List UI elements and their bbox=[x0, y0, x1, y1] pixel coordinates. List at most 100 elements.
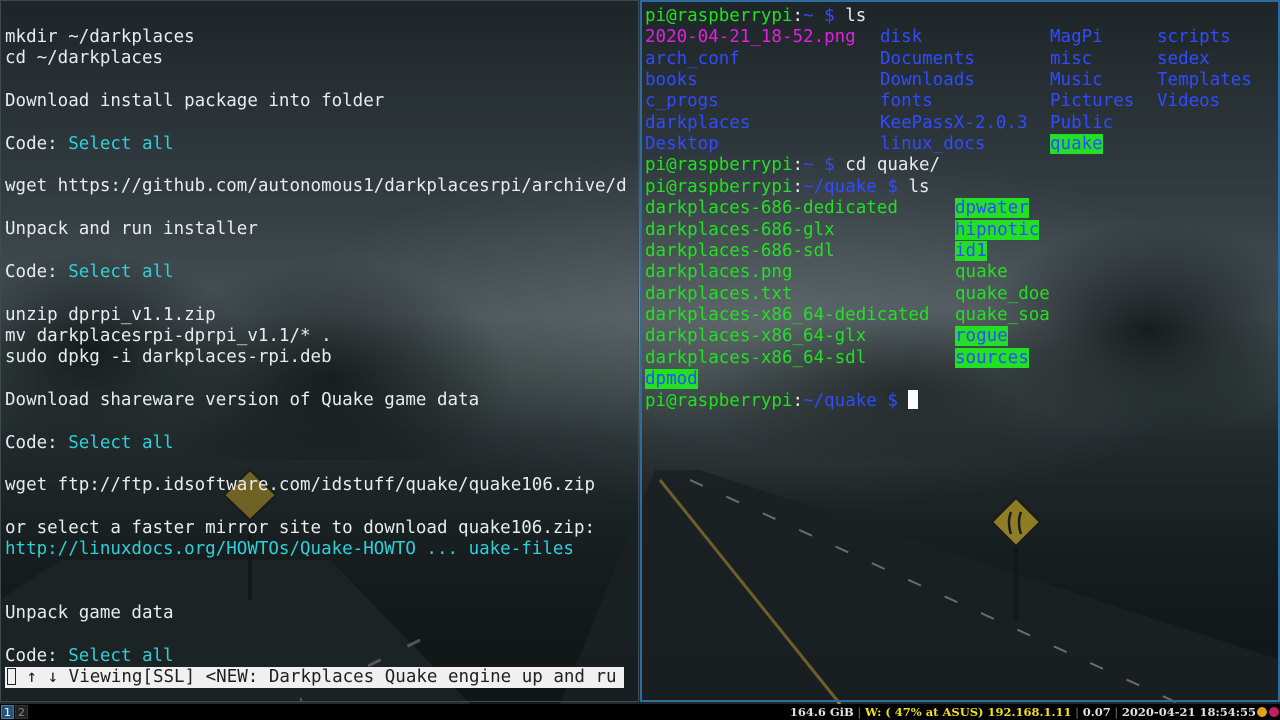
directory-name[interactable]: MagPi bbox=[1050, 27, 1103, 47]
directory-name[interactable]: darkplaces bbox=[645, 113, 750, 133]
directory-name[interactable]: Pictures bbox=[1050, 91, 1134, 111]
directory-name[interactable]: rogue bbox=[955, 326, 1008, 346]
disk-free: 164.6 GiB bbox=[789, 705, 854, 719]
select-all-link[interactable]: Select all bbox=[68, 646, 173, 666]
browser-status-line: ↑ ↓ Viewing[SSL] <NEW: Darkplaces Quake … bbox=[5, 667, 624, 688]
prompt-separator: : bbox=[792, 6, 804, 26]
file-entry: quake bbox=[1050, 134, 1103, 155]
directory-name[interactable]: scripts bbox=[1157, 27, 1231, 47]
directory-name[interactable]: dpmod bbox=[645, 369, 698, 389]
file-entry: 2020-04-21_18-52.png bbox=[645, 27, 856, 48]
directory-name[interactable]: hipnotic bbox=[955, 220, 1040, 240]
directory-name[interactable]: Public bbox=[1050, 113, 1113, 133]
page-text-line: mv darkplacesrpi-dprpi_v1.1/* . bbox=[5, 326, 332, 346]
file-name[interactable]: darkplaces-686-sdl bbox=[645, 241, 835, 261]
file-name[interactable]: darkplaces.txt bbox=[645, 284, 793, 304]
select-all-link[interactable]: Select all bbox=[68, 262, 173, 282]
workspace-2-button[interactable]: 2 bbox=[15, 705, 28, 719]
status-bar: 1 2 164.6 GiB | W: ( 47% at ASUS) 192.16… bbox=[0, 704, 1280, 720]
directory-name[interactable]: id1 bbox=[955, 241, 987, 261]
file-name[interactable]: quake bbox=[955, 262, 1008, 282]
file-entry: KeePassX-2.0.3 bbox=[880, 113, 1028, 134]
directory-name[interactable]: books bbox=[645, 70, 698, 90]
file-entry: darkplaces.txt bbox=[645, 284, 793, 305]
prompt-user: pi@raspberrypi bbox=[645, 177, 793, 197]
directory-name[interactable]: misc bbox=[1050, 49, 1092, 69]
shell-line: pi@raspberrypi:~/quake $ bbox=[645, 390, 919, 411]
prompt-user: pi@raspberrypi bbox=[645, 6, 793, 26]
file-name[interactable]: darkplaces-x86_64-glx bbox=[645, 326, 866, 346]
prompt-user: pi@raspberrypi bbox=[645, 155, 793, 175]
shell-line: pi@raspberrypi:~/quake $ ls bbox=[645, 177, 930, 198]
workspace-1-button[interactable]: 1 bbox=[1, 705, 14, 719]
load-average: 0.07 bbox=[1082, 705, 1111, 719]
directory-name[interactable]: quake bbox=[1050, 134, 1103, 154]
directory-name[interactable]: Templates bbox=[1157, 70, 1252, 90]
file-entry: dpwater bbox=[955, 198, 1029, 219]
directory-name[interactable]: Desktop bbox=[645, 134, 719, 154]
prompt-separator: : bbox=[792, 391, 804, 411]
text-cursor bbox=[7, 668, 16, 685]
directory-name[interactable]: dpwater bbox=[955, 198, 1029, 218]
prompt-path: ~/quake bbox=[803, 177, 877, 197]
prompt-separator: : bbox=[792, 177, 804, 197]
directory-name[interactable]: Videos bbox=[1157, 91, 1220, 111]
shell-command: ls bbox=[908, 177, 930, 197]
howto-link[interactable]: http://linuxdocs.org/HOWTOs/Quake-HOWTO … bbox=[5, 539, 574, 560]
file-entry: quake bbox=[955, 262, 1008, 283]
tray-app-icon[interactable] bbox=[1257, 707, 1267, 717]
file-entry: darkplaces-x86_64-dedicated bbox=[645, 305, 929, 326]
shell-line: pi@raspberrypi:~ $ cd quake/ bbox=[645, 155, 940, 176]
file-entry: Public bbox=[1050, 113, 1113, 134]
directory-name[interactable]: Documents bbox=[880, 49, 975, 69]
directory-name[interactable]: fonts bbox=[880, 91, 933, 111]
prompt-symbol: $ bbox=[876, 177, 909, 197]
file-entry: darkplaces.png bbox=[645, 262, 793, 283]
page-text-line: sudo dpkg -i darkplaces-rpi.deb bbox=[5, 347, 332, 367]
file-entry: rogue bbox=[955, 326, 1008, 347]
terminal-right[interactable]: pi@raspberrypi:~ $ ls 2020-04-21_18-52.pn… bbox=[640, 0, 1280, 702]
file-entry: dpmod bbox=[645, 369, 698, 390]
page-text-line: mkdir ~/darkplaces bbox=[5, 27, 195, 47]
file-entry: hipnotic bbox=[955, 220, 1040, 241]
page-text-line: wget https://github.com/autonomous1/dark… bbox=[5, 176, 627, 196]
file-name[interactable]: darkplaces.png bbox=[645, 262, 793, 282]
file-entry: Documents bbox=[880, 49, 975, 70]
page-text-line: Code: Select all bbox=[5, 433, 174, 454]
directory-name[interactable]: linux_docs bbox=[880, 134, 985, 154]
select-all-link[interactable]: Select all bbox=[68, 433, 173, 453]
page-text-line: Code: Select all bbox=[5, 646, 174, 667]
file-name[interactable]: darkplaces-686-glx bbox=[645, 220, 835, 240]
file-entry: fonts bbox=[880, 91, 933, 112]
file-entry: Music bbox=[1050, 70, 1103, 91]
directory-name[interactable]: Music bbox=[1050, 70, 1103, 90]
directory-name[interactable]: sedex bbox=[1157, 49, 1210, 69]
file-name[interactable]: quake_soa bbox=[955, 305, 1050, 325]
directory-name[interactable]: arch_conf bbox=[645, 49, 740, 69]
file-name[interactable]: quake_doe bbox=[955, 284, 1050, 304]
file-entry: Templates bbox=[1157, 70, 1252, 91]
tray-app-icon[interactable] bbox=[1269, 707, 1279, 717]
file-entry: arch_conf bbox=[645, 49, 740, 70]
prompt-symbol: $ bbox=[813, 6, 846, 26]
select-all-link[interactable]: Select all bbox=[68, 134, 173, 154]
file-entry: darkplaces-686-dedicated bbox=[645, 198, 898, 219]
file-entry: Videos bbox=[1157, 91, 1220, 112]
file-entry: sedex bbox=[1157, 49, 1210, 70]
file-name[interactable]: darkplaces-686-dedicated bbox=[645, 198, 898, 218]
page-text-line: unzip dprpi_v1.1.zip bbox=[5, 305, 216, 325]
file-name[interactable]: 2020-04-21_18-52.png bbox=[645, 27, 856, 47]
file-entry: sources bbox=[955, 348, 1029, 369]
file-entry: books bbox=[645, 70, 698, 91]
directory-name[interactable]: KeePassX-2.0.3 bbox=[880, 113, 1028, 133]
file-entry: Downloads bbox=[880, 70, 975, 91]
directory-name[interactable]: Downloads bbox=[880, 70, 975, 90]
file-name[interactable]: darkplaces-x86_64-sdl bbox=[645, 348, 866, 368]
directory-name[interactable]: c_progs bbox=[645, 91, 719, 111]
terminal-left[interactable]: mkdir ~/darkplaces cd ~/darkplaces Downloa… bbox=[0, 0, 639, 702]
file-name[interactable]: darkplaces-x86_64-dedicated bbox=[645, 305, 929, 325]
directory-name[interactable]: disk bbox=[880, 27, 922, 47]
shell-command: cd quake/ bbox=[845, 155, 941, 175]
directory-name[interactable]: sources bbox=[955, 348, 1029, 368]
clock: 2020-04-21 18:54:55 bbox=[1121, 705, 1256, 719]
